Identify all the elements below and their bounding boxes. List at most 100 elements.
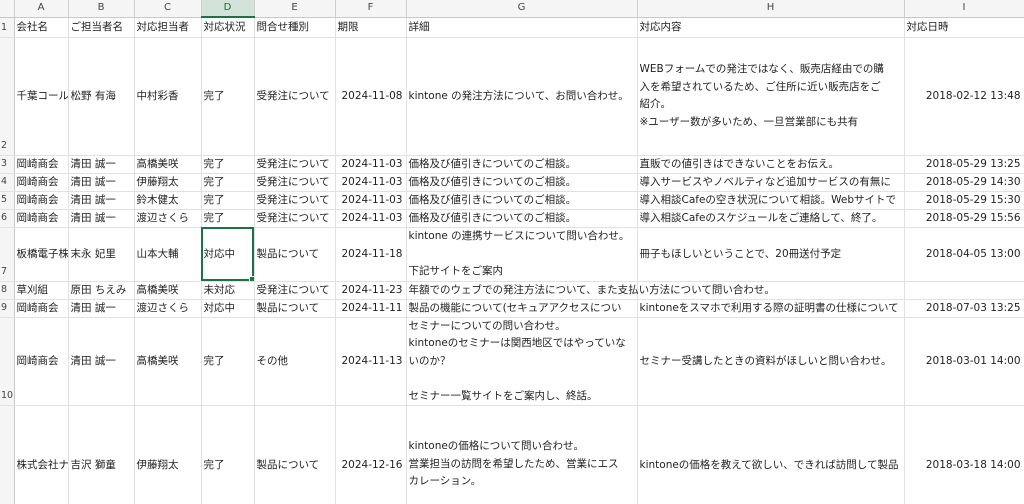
column-header-f[interactable]: F [335, 0, 407, 18]
cell-contact[interactable]: 松野 有海 [68, 37, 135, 156]
cell-contact[interactable]: 清田 誠一 [68, 191, 135, 210]
row-header[interactable]: 4 [0, 173, 15, 192]
cell-datetime[interactable]: 2018-05-29 15:56 [904, 209, 1024, 228]
cell-response[interactable]: 対応内容 [637, 17, 905, 38]
cell-deadline[interactable]: 2024-11-03 [335, 155, 407, 174]
cell-status[interactable]: 完了 [201, 317, 255, 406]
select-all-corner[interactable] [0, 0, 15, 18]
cell-company[interactable]: 岡崎商会 [14, 209, 69, 228]
cell-detail[interactable]: 価格及び値引きについてのご相談。 [406, 173, 638, 192]
cell-type[interactable]: その他 [254, 317, 336, 406]
cell-type[interactable]: 受発注について [254, 173, 336, 192]
cell-company[interactable]: 株式会社ナ [14, 405, 69, 504]
cell-type[interactable]: 製品について [254, 405, 336, 504]
cell-detail[interactable]: 詳細 [406, 17, 638, 38]
cell-detail[interactable]: 年額でのウェブでの発注方法について、また支払い方法について問い合わせ。 [406, 281, 775, 300]
cell-contact[interactable]: 清田 誠一 [68, 317, 135, 406]
cell-company[interactable]: 岡崎商会 [14, 299, 69, 318]
cell-company[interactable]: 岡崎商会 [14, 317, 69, 406]
cell-company[interactable]: 岡崎商会 [14, 173, 69, 192]
cell-assignee[interactable]: 渡辺さくら [134, 209, 202, 228]
cell-datetime[interactable]: 2018-04-05 13:00 [904, 227, 1024, 282]
row-header[interactable]: 2 [0, 37, 15, 156]
row-header[interactable]: 9 [0, 299, 15, 318]
cell-company[interactable]: 会社名 [14, 17, 69, 38]
column-header-b[interactable]: B [68, 0, 135, 18]
row-header[interactable]: 7 [0, 227, 15, 282]
cell-assignee[interactable]: 山本大輔 [134, 227, 202, 282]
cell-type[interactable]: 製品について [254, 299, 336, 318]
cell-response[interactable]: 直販での値引きはできないことをお伝え。 [637, 155, 905, 174]
cell-deadline[interactable]: 2024-11-08 [335, 37, 407, 156]
column-header-h[interactable]: H [637, 0, 905, 18]
column-header-i[interactable]: I [904, 0, 1024, 18]
cell-datetime[interactable]: 2018-05-29 13:25 [904, 155, 1024, 174]
cell-deadline[interactable]: 2024-11-03 [335, 191, 407, 210]
cell-assignee[interactable]: 高橋美咲 [134, 317, 202, 406]
cell-company[interactable]: 板橋電子株 [14, 227, 69, 282]
cell-detail[interactable]: kintoneの価格について問い合わせ。 営業担当の訪問を希望したため、営業にエス… [406, 405, 638, 504]
cell-contact[interactable]: ご担当者名 [68, 17, 135, 38]
column-header-c[interactable]: C [134, 0, 202, 18]
cell-assignee[interactable]: 高橋美咲 [134, 281, 202, 300]
cell-deadline[interactable]: 2024-11-13 [335, 317, 407, 406]
cell-response[interactable]: WEBフォームでの発注ではなく、販売店経由での購 入を希望されているため、ご住所に… [637, 37, 905, 156]
cell-type[interactable]: 受発注について [254, 209, 336, 228]
cell-status[interactable]: 対応状況 [201, 17, 255, 38]
cell-detail[interactable]: 価格及び値引きについてのご相談。 [406, 191, 638, 210]
cell-response[interactable]: kintoneをスマホで利用する際の証明書の仕様について [637, 299, 905, 318]
row-header[interactable]: 11 [0, 405, 15, 504]
cell-company[interactable]: 岡崎商会 [14, 191, 69, 210]
cell-assignee[interactable]: 渡辺さくら [134, 299, 202, 318]
column-header-e[interactable]: E [254, 0, 336, 18]
cell-company[interactable]: 千葉コール [14, 37, 69, 156]
row-header[interactable]: 1 [0, 17, 15, 38]
column-header-a[interactable]: A [14, 0, 69, 18]
active-cell[interactable]: 対応中 [201, 227, 255, 282]
cell-contact[interactable]: 清田 誠一 [68, 209, 135, 228]
cell-detail[interactable]: 製品の機能について(セキュアアクセスについ [406, 299, 638, 318]
cell-contact[interactable]: 清田 誠一 [68, 299, 135, 318]
cell-deadline[interactable]: 2024-11-03 [335, 173, 407, 192]
cell-assignee[interactable]: 中村彩香 [134, 37, 202, 156]
cell-assignee[interactable]: 対応担当者 [134, 17, 202, 38]
cell-status[interactable]: 対応中 [201, 299, 255, 318]
row-header[interactable]: 6 [0, 209, 15, 228]
cell-status[interactable]: 完了 [201, 405, 255, 504]
cell-response[interactable]: セミナー受講したときの資料がほしいと問い合わせ。 [637, 317, 905, 406]
cell-type[interactable]: 受発注について [254, 281, 336, 300]
cell-status[interactable]: 完了 [201, 155, 255, 174]
cell-assignee[interactable]: 伊藤翔太 [134, 173, 202, 192]
cell-status[interactable]: 完了 [201, 209, 255, 228]
cell-deadline[interactable]: 期限 [335, 17, 407, 38]
cell-response[interactable]: 冊子もほしいということで、20冊送付予定 [637, 227, 905, 282]
cell-response[interactable]: kintoneの価格を教えて欲しい、できれば訪問して製品 [637, 405, 905, 504]
column-header-g[interactable]: G [406, 0, 638, 18]
cell-contact[interactable]: 清田 誠一 [68, 155, 135, 174]
cell-status[interactable]: 完了 [201, 191, 255, 210]
cell-response[interactable]: 導入相談Cafeの空き状況について相談。Webサイトで [637, 191, 905, 210]
cell-datetime[interactable]: 対応日時 [904, 17, 1024, 38]
cell-detail[interactable]: kintone の発注方法について、お問い合わせ。 [406, 37, 638, 156]
cell-type[interactable]: 受発注について [254, 37, 336, 156]
cell-contact[interactable]: 原田 ちえみ [68, 281, 135, 300]
cell-type[interactable]: 問合せ種別 [254, 17, 336, 38]
cell-detail[interactable]: 価格及び値引きについてのご相談。 [406, 209, 638, 228]
row-header[interactable]: 10 [0, 317, 15, 406]
cell-datetime[interactable]: 2018-07-03 13:25 [904, 299, 1024, 318]
cell-detail[interactable]: 価格及び値引きについてのご相談。 [406, 155, 638, 174]
cell-assignee[interactable]: 伊藤翔太 [134, 405, 202, 504]
cell-datetime[interactable]: 2018-05-29 15:30 [904, 191, 1024, 210]
spreadsheet-grid[interactable]: A B C D E F G H I 1 会社名 ご担当者名 対応担当者 対応状況 問合せ種別 期限 詳細 対応内容… [0, 0, 1024, 504]
cell-detail[interactable]: kintone の連携サービスについて問い合わせ。 下記サイトをご案内 [406, 227, 638, 282]
row-header[interactable]: 3 [0, 155, 15, 174]
row-header[interactable]: 8 [0, 281, 15, 300]
cell-datetime[interactable] [904, 281, 1024, 300]
cell-assignee[interactable]: 高橋美咲 [134, 155, 202, 174]
cell-company[interactable]: 草刈組 [14, 281, 69, 300]
cell-detail[interactable]: セミナーについての問い合わせ。 kintoneのセミナーは関西地区ではやっていない… [406, 317, 638, 406]
cell-status[interactable]: 未対応 [201, 281, 255, 300]
cell-deadline[interactable]: 2024-11-23 [335, 281, 407, 300]
cell-datetime[interactable]: 2018-05-29 14:30 [904, 173, 1024, 192]
cell-assignee[interactable]: 鈴木健太 [134, 191, 202, 210]
